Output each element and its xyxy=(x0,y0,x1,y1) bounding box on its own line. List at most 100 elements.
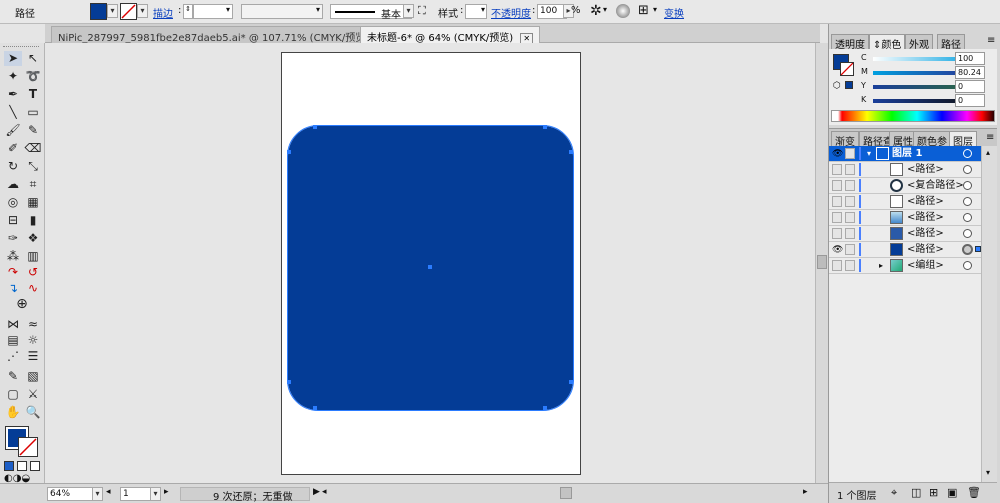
hscroll-thumb[interactable] xyxy=(560,487,572,499)
lock-toggle[interactable] xyxy=(845,164,855,175)
tab-appearance[interactable]: 外观 xyxy=(905,34,933,51)
anchor-point[interactable] xyxy=(313,406,317,410)
stroke-link[interactable]: 描边 xyxy=(153,5,173,20)
knife-tool-icon[interactable]: ⚔ xyxy=(24,387,42,402)
lock-toggle[interactable] xyxy=(845,180,855,191)
tab-layers[interactable]: 图层 xyxy=(949,131,977,148)
document-tab-nipic[interactable]: NiPic_287997_5981fbe2e87daeb5.ai* @ 107.… xyxy=(51,26,397,44)
locate-object-icon[interactable]: ⌖ xyxy=(891,486,897,500)
brush-profile-dropdown[interactable]: ▾ xyxy=(403,4,414,18)
target-circle-icon[interactable] xyxy=(962,244,973,255)
make-clipping-mask-icon[interactable]: ◫ xyxy=(911,486,921,499)
mesh-tool-icon[interactable]: ⋈ xyxy=(4,317,22,332)
scroll-down-icon[interactable]: ▾ xyxy=(986,468,990,477)
item-name[interactable]: <路径> xyxy=(907,162,944,178)
target-circle-icon[interactable] xyxy=(963,165,972,174)
status-menu-icon[interactable]: ▶ xyxy=(313,487,320,497)
new-sublayer-icon[interactable]: ⊞ xyxy=(929,486,938,499)
target-circle-icon[interactable] xyxy=(963,181,972,190)
brush-profile-select[interactable]: 基本 xyxy=(330,4,412,21)
anchor-point[interactable] xyxy=(543,125,547,129)
align-dropdown-icon[interactable]: ▾ xyxy=(653,5,657,14)
warp-tool-icon[interactable]: ☁ xyxy=(4,177,22,192)
channel-m-input[interactable]: 80.24 xyxy=(955,66,985,79)
delete-layer-icon[interactable]: 🗑 xyxy=(967,486,981,499)
pen-tool-icon[interactable]: ✒ xyxy=(4,87,22,102)
scale-tool-icon[interactable]: ⤡ xyxy=(24,159,42,174)
envelope-tool-icon[interactable]: ≈ xyxy=(24,317,42,332)
artboard-dropdown[interactable]: ▾ xyxy=(150,487,161,501)
live-paint-tool-icon[interactable]: ▦ xyxy=(24,195,42,210)
sublayer-row[interactable]: <路径> xyxy=(829,210,981,226)
channel-k-input[interactable]: 0 xyxy=(955,94,985,107)
visibility-toggle[interactable] xyxy=(832,196,842,207)
eye-icon[interactable]: 👁 xyxy=(832,242,843,258)
item-name[interactable]: <路径> xyxy=(907,242,944,258)
list-tool-icon[interactable]: ☰ xyxy=(24,349,42,364)
line-tool-icon[interactable]: ╲ xyxy=(4,105,22,120)
slice-tool-icon[interactable]: ▧ xyxy=(24,369,42,384)
anchor-point[interactable] xyxy=(287,150,291,154)
sublayer-row[interactable]: <路径> xyxy=(829,194,981,210)
center-point[interactable] xyxy=(428,265,432,269)
lasso-tool-icon[interactable]: ➰ xyxy=(24,69,42,84)
zoom-dropdown[interactable]: ▾ xyxy=(92,487,103,501)
item-name[interactable]: <路径> xyxy=(907,226,944,242)
anchor-point[interactable] xyxy=(313,125,317,129)
layer-name[interactable]: 图层 1 xyxy=(892,146,922,162)
lock-toggle[interactable] xyxy=(845,228,855,239)
item-name[interactable]: <编组> xyxy=(907,258,944,274)
channel-c-input[interactable]: 100 xyxy=(955,52,985,65)
eyedropper-tool-icon[interactable]: ✑ xyxy=(4,231,22,246)
sublayer-row[interactable]: <路径> xyxy=(829,162,981,178)
width-tool-icon[interactable]: ↷ xyxy=(4,265,22,280)
scroll-right-icon[interactable]: ▸ xyxy=(803,487,808,497)
type-tool-icon[interactable]: T xyxy=(24,87,42,102)
rotate-tool-icon[interactable]: ↻ xyxy=(4,159,22,174)
warp-curve-tool-icon[interactable]: ↺ xyxy=(24,265,42,280)
lock-toggle[interactable] xyxy=(845,244,855,255)
tab-transparency[interactable]: 透明度 xyxy=(831,34,869,51)
align-icon[interactable]: ⊞ xyxy=(638,3,649,18)
gradient-mode-icon[interactable] xyxy=(17,461,27,471)
align-stroke-icon[interactable]: ⛶ xyxy=(418,4,432,19)
artboard-input[interactable]: 1 xyxy=(120,487,152,501)
sublayer-row[interactable]: ▸ <编组> xyxy=(829,258,981,274)
tab-color-guide[interactable]: 颜色参 xyxy=(913,131,951,148)
stroke-color-swatch[interactable] xyxy=(840,62,854,76)
pencil-tool-icon[interactable]: ✎ xyxy=(24,123,42,138)
tab-color[interactable]: ⇕颜色 xyxy=(869,34,906,51)
lock-toggle[interactable] xyxy=(845,212,855,223)
scroll-thumb[interactable] xyxy=(817,255,827,269)
document-tab-untitled[interactable]: 未标题-6* @ 64% (CMYK/预览) ✕ xyxy=(360,26,541,44)
curvature-tool-icon[interactable]: ∿ xyxy=(24,281,42,296)
fill-swatch[interactable] xyxy=(90,3,107,20)
visibility-toggle[interactable] xyxy=(832,228,842,239)
scroll-left-icon[interactable]: ◂ xyxy=(322,487,327,497)
scroll-up-icon[interactable]: ▴ xyxy=(986,148,990,157)
none-mode-icon[interactable] xyxy=(30,461,40,471)
zoom-select[interactable]: 64% xyxy=(47,487,93,501)
isolate-icon[interactable] xyxy=(616,4,630,18)
free-transform-tool-icon[interactable]: ⌗ xyxy=(24,177,42,192)
lock-toggle[interactable] xyxy=(845,196,855,207)
opacity-link[interactable]: 不透明度 xyxy=(491,5,531,20)
stroke-color-box[interactable] xyxy=(18,437,38,457)
lock-toggle[interactable] xyxy=(845,260,855,271)
sublayer-row-selected[interactable]: 👁 <路径> xyxy=(829,242,981,258)
lock-toggle[interactable] xyxy=(845,148,855,159)
chevron-down-icon[interactable]: ▾ xyxy=(867,146,871,162)
anchor-point[interactable] xyxy=(569,150,573,154)
chevron-right-icon[interactable]: ▸ xyxy=(879,258,883,274)
transform-link[interactable]: 变换 xyxy=(664,5,684,20)
layers-scrollbar[interactable]: ▴ ▾ xyxy=(981,146,997,482)
fill-dropdown[interactable]: ▾ xyxy=(107,4,118,18)
channel-y-input[interactable]: 0 xyxy=(955,80,985,93)
target-circle-icon[interactable] xyxy=(963,261,972,270)
shape-builder-tool-icon[interactable]: ◎ xyxy=(4,195,22,210)
magic-wand-tool-icon[interactable]: ✦ xyxy=(4,69,22,84)
prev-artboard-icon[interactable]: ◂ xyxy=(106,487,111,497)
graphic-style-swatch[interactable]: ▾ xyxy=(465,4,487,19)
anchor-point[interactable] xyxy=(569,380,573,384)
rectangle-tool-icon[interactable]: ▭ xyxy=(24,105,42,120)
